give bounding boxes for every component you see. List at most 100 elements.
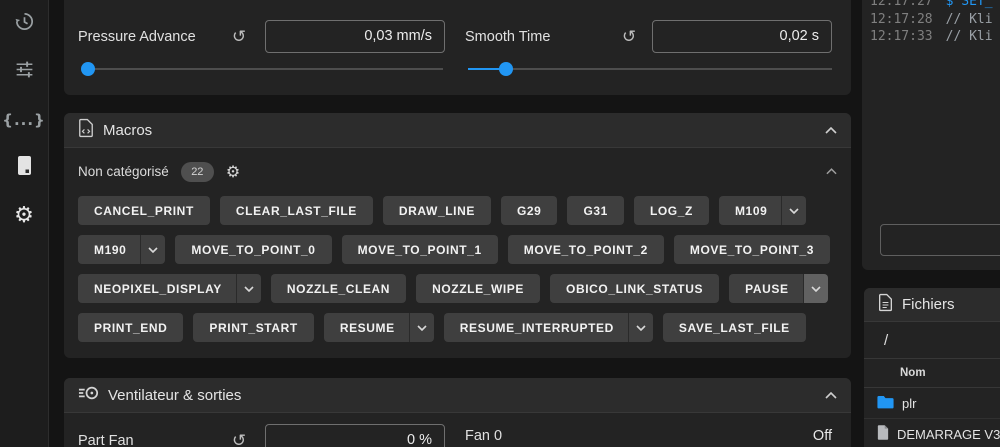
macro-button-label: NOZZLE_CLEAN xyxy=(287,282,390,296)
settings-gear-icon: ⚙ xyxy=(14,205,34,227)
slider-thumb[interactable] xyxy=(499,62,513,76)
macro-dropdown-chevron-icon[interactable] xyxy=(236,274,261,303)
macro-button-clear_last_file[interactable]: CLEAR_LAST_FILE xyxy=(220,196,373,225)
sidebar-item-history[interactable] xyxy=(0,0,48,48)
macro-button-move_to_point_1[interactable]: MOVE_TO_POINT_1 xyxy=(342,235,498,264)
macro-button-resume_interrupted[interactable]: RESUME_INTERRUPTED xyxy=(444,313,653,342)
fan0-label: Fan 0 xyxy=(465,428,502,444)
macro-dropdown-chevron-icon[interactable] xyxy=(409,313,434,342)
macro-button-move_to_point_0[interactable]: MOVE_TO_POINT_0 xyxy=(175,235,331,264)
console-message: // Kli xyxy=(946,12,993,27)
macro-button-label: M109 xyxy=(735,204,767,218)
macro-button-obico_link_status[interactable]: OBICO_LINK_STATUS xyxy=(550,274,719,303)
macro-button-neopixel_display[interactable]: NEOPIXEL_DISPLAY xyxy=(78,274,261,303)
collapse-chevron-icon[interactable] xyxy=(825,127,837,134)
macros-panel-header[interactable]: Macros xyxy=(64,113,851,148)
fans-panel-header[interactable]: Ventilateur & sorties xyxy=(64,378,851,413)
macro-button-label: LOG_Z xyxy=(650,204,693,218)
macro-dropdown-chevron-icon[interactable] xyxy=(140,235,165,264)
macro-button-label: CLEAR_LAST_FILE xyxy=(236,204,357,218)
macro-button-cancel_print[interactable]: CANCEL_PRINT xyxy=(78,196,210,225)
smooth-time-input[interactable]: 0,02 s xyxy=(652,20,832,53)
macros-panel: Macros Non catégorisé 22 ⚙ CANCEL_PRINTC… xyxy=(64,113,851,358)
macro-button-label: CANCEL_PRINT xyxy=(94,204,194,218)
macro-button-save_last_file[interactable]: SAVE_LAST_FILE xyxy=(663,313,806,342)
part-fan-reset-icon[interactable]: ↺ xyxy=(232,433,246,447)
slider-track xyxy=(83,68,443,70)
file-row-plr[interactable]: plr xyxy=(864,388,1000,419)
files-panel-header[interactable]: Fichiers xyxy=(864,288,1000,322)
history-icon xyxy=(13,10,36,38)
macro-button-move_to_point_3[interactable]: MOVE_TO_POINT_3 xyxy=(674,235,830,264)
smooth-time-reset-icon[interactable]: ↺ xyxy=(622,29,636,46)
macro-row: M190 MOVE_TO_POINT_0 MOVE_TO_POINT_1 MOVE_T… xyxy=(78,235,837,264)
macro-button-label: PAUSE xyxy=(745,282,788,296)
slider-thumb[interactable] xyxy=(81,62,95,76)
macro-dropdown-chevron-icon[interactable] xyxy=(628,313,653,342)
mainsail-app: {...} ⚙ Pressure Advance ↺ 0,03 mm/s Smo… xyxy=(0,0,1000,447)
macro-settings-gear-icon[interactable]: ⚙ xyxy=(226,164,240,180)
pressure-advance-reset-icon[interactable]: ↺ xyxy=(232,29,246,46)
macro-button-nozzle_clean[interactable]: NOZZLE_CLEAN xyxy=(271,274,406,303)
files-list: plr DEMARRAGE V33 xyxy=(864,388,1000,447)
folder-icon xyxy=(877,395,894,412)
braces-icon: {...} xyxy=(2,111,45,129)
macro-button-g31[interactable]: G31 xyxy=(567,196,623,225)
macro-button-label: RESUME xyxy=(340,321,395,335)
file-name: DEMARRAGE V33 xyxy=(897,427,1000,442)
macro-button-label: PRINT_END xyxy=(94,321,167,335)
sidebar: {...} ⚙ xyxy=(0,0,49,447)
console-line: 12:17:33// Kli xyxy=(870,28,1000,46)
macro-button-m109[interactable]: M109 xyxy=(719,196,806,225)
macro-button-draw_line[interactable]: DRAW_LINE xyxy=(383,196,491,225)
macro-button-label: OBICO_LINK_STATUS xyxy=(566,282,703,296)
machine-icon xyxy=(17,155,32,181)
macro-button-move_to_point_2[interactable]: MOVE_TO_POINT_2 xyxy=(508,235,664,264)
console-input[interactable] xyxy=(880,224,1000,256)
smooth-time-slider[interactable] xyxy=(468,62,832,76)
macro-button-nozzle_wipe[interactable]: NOZZLE_WIPE xyxy=(416,274,540,303)
slider-track xyxy=(468,68,832,70)
macro-button-print_start[interactable]: PRINT_START xyxy=(193,313,313,342)
group-collapse-chevron-icon[interactable] xyxy=(826,168,837,175)
tune-icon xyxy=(14,59,35,85)
pressure-advance-slider[interactable] xyxy=(83,62,443,76)
file-row-demarrage-v33[interactable]: DEMARRAGE V33 xyxy=(864,419,1000,447)
macro-button-label: MOVE_TO_POINT_3 xyxy=(690,243,814,257)
files-panel-title: Fichiers xyxy=(902,296,955,313)
files-breadcrumb[interactable]: / xyxy=(864,322,1000,359)
part-fan-input[interactable]: 0 % xyxy=(265,424,445,447)
sidebar-item-machine[interactable] xyxy=(0,144,48,192)
macro-button-log_z[interactable]: LOG_Z xyxy=(634,196,709,225)
file-document-icon xyxy=(878,293,893,317)
pressure-advance-input[interactable]: 0,03 mm/s xyxy=(265,20,445,53)
macro-button-g29[interactable]: G29 xyxy=(501,196,557,225)
macro-button-pause[interactable]: PAUSE xyxy=(729,274,827,303)
macro-button-label: MOVE_TO_POINT_2 xyxy=(524,243,648,257)
macro-row: CANCEL_PRINT CLEAR_LAST_FILE DRAW_LINE G29 G… xyxy=(78,196,837,225)
macro-button-label: SAVE_LAST_FILE xyxy=(679,321,790,335)
sidebar-item-settings[interactable]: ⚙ xyxy=(0,192,48,240)
macro-group-row: Non catégorisé 22 ⚙ xyxy=(78,155,837,188)
macro-dropdown-chevron-icon[interactable] xyxy=(781,196,806,225)
macro-buttons-area: CANCEL_PRINT CLEAR_LAST_FILE DRAW_LINE G29 G… xyxy=(78,196,837,352)
macro-row: NEOPIXEL_DISPLAY NOZZLE_CLEAN NOZZLE_WIPE O… xyxy=(78,274,837,303)
macro-button-resume[interactable]: RESUME xyxy=(324,313,434,342)
console-log: 12:17:27$ SET_12:17:28// Kli12:17:33// K… xyxy=(870,0,1000,46)
macro-dropdown-chevron-icon[interactable] xyxy=(803,274,828,303)
macro-button-m190[interactable]: M190 xyxy=(78,235,165,264)
fans-outputs-panel: Ventilateur & sorties Part Fan ↺ 0 % Fan… xyxy=(64,378,851,447)
console-message: // Kli xyxy=(946,29,993,44)
fan-icon xyxy=(78,385,99,406)
collapse-chevron-icon[interactable] xyxy=(825,392,837,399)
console-line: 12:17:27$ SET_ xyxy=(870,0,1000,11)
macro-button-label: M190 xyxy=(94,243,126,257)
sidebar-item-tune[interactable] xyxy=(0,48,48,96)
macro-button-label: DRAW_LINE xyxy=(399,204,475,218)
files-name-column-header[interactable]: Nom xyxy=(864,359,1000,388)
macro-button-print_end[interactable]: PRINT_END xyxy=(78,313,183,342)
file-name: plr xyxy=(902,396,916,411)
sidebar-item-macros[interactable]: {...} xyxy=(0,96,48,144)
smooth-time-label: Smooth Time xyxy=(465,29,550,45)
macro-button-label: MOVE_TO_POINT_1 xyxy=(358,243,482,257)
